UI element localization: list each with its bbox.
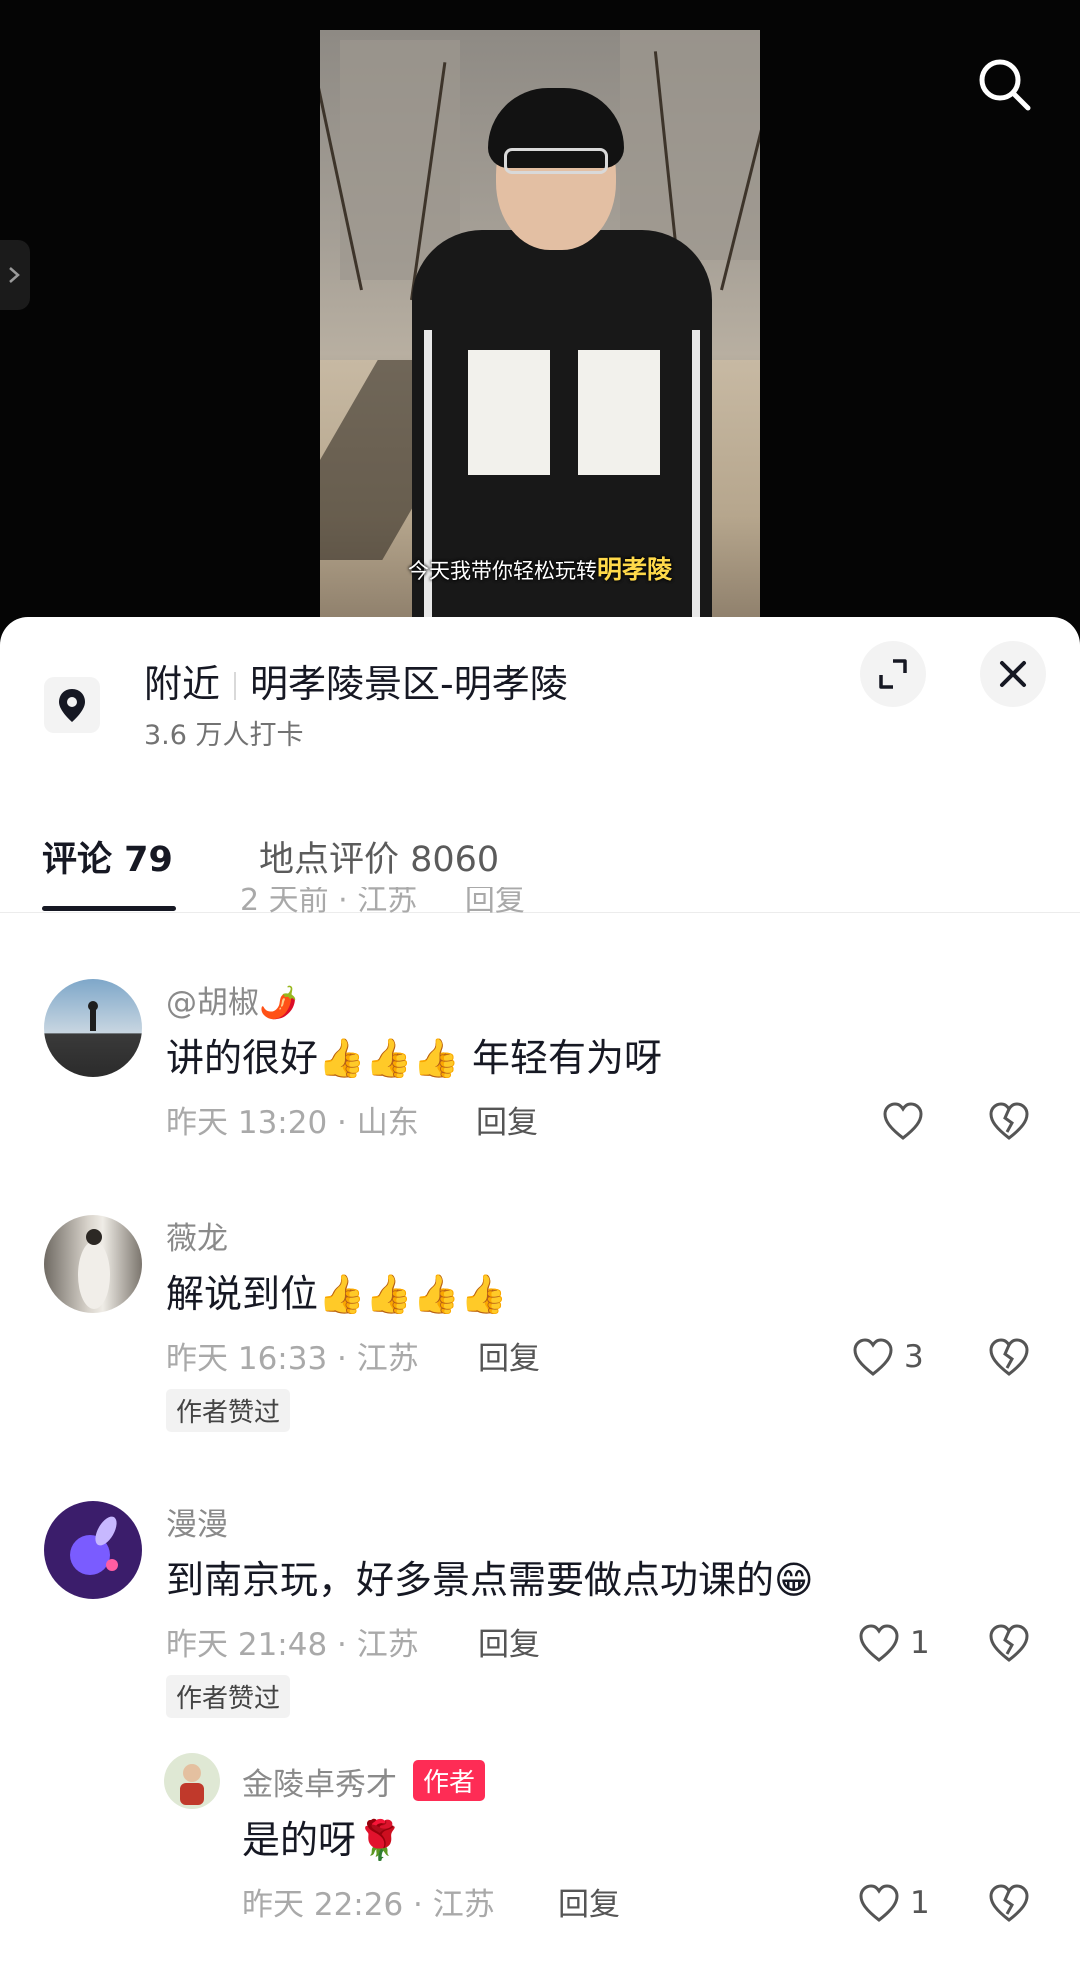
- chevron-right-icon: [9, 267, 20, 283]
- location-title[interactable]: 附近 明孝陵景区-明孝陵: [144, 653, 568, 708]
- like-count: 1: [910, 1625, 930, 1661]
- heart-icon: [859, 1624, 899, 1662]
- broken-heart-icon: [989, 1624, 1029, 1662]
- dislike-button[interactable]: [986, 1099, 1032, 1145]
- close-button[interactable]: [980, 641, 1046, 707]
- comment-time-location: 昨天 21:48 · 江苏: [166, 1627, 419, 1663]
- comment-time-location: 昨天 22:26 · 江苏: [242, 1887, 495, 1923]
- like-button[interactable]: [880, 1099, 926, 1145]
- search-button[interactable]: [970, 50, 1040, 120]
- broken-heart-icon: [989, 1884, 1029, 1922]
- dislike-button[interactable]: [986, 1621, 1032, 1667]
- like-count: 3: [904, 1339, 924, 1375]
- comment-text: 讲的很好👍👍👍 年轻有为呀: [166, 1036, 663, 1080]
- comment-time-location: 昨天 16:33 · 江苏: [166, 1341, 419, 1377]
- video-subtitle: 今天我带你轻松玩转明孝陵: [407, 555, 672, 584]
- heart-icon: [883, 1102, 923, 1140]
- heart-icon: [853, 1338, 893, 1376]
- previous-comment-meta: 2 天前 · 江苏 回复: [240, 887, 525, 918]
- title-divider: [234, 672, 237, 700]
- location-label: 附近: [144, 662, 221, 706]
- reply-item: 金陵卓秀才 作者 是的呀🌹 昨天 22:26 · 江苏 回复 1: [0, 1749, 1080, 1949]
- checkin-count: 3.6 万人打卡: [144, 720, 304, 751]
- close-icon: [1000, 661, 1026, 687]
- side-panel-toggle[interactable]: [0, 240, 30, 310]
- avatar[interactable]: [164, 1753, 220, 1809]
- reply-button[interactable]: 回复: [478, 1333, 540, 1378]
- video-frame: 今天我带你轻松玩转明孝陵: [320, 30, 760, 620]
- comment-text: 解说到位👍👍👍👍: [166, 1272, 508, 1316]
- like-count: 1: [910, 1885, 930, 1921]
- expand-button[interactable]: [860, 641, 926, 707]
- avatar[interactable]: [44, 1501, 142, 1599]
- expand-icon: [879, 659, 907, 689]
- comment-username[interactable]: 薇龙: [166, 1213, 228, 1258]
- comment-text: 是的呀🌹: [242, 1818, 404, 1862]
- comment-item: 漫漫 到南京玩，好多景点需要做点功课的😁 昨天 21:48 · 江苏 回复 1 …: [0, 1495, 1080, 1718]
- author-liked-badge: 作者赞过: [166, 1675, 291, 1718]
- like-button[interactable]: 3: [850, 1335, 960, 1381]
- reply-button[interactable]: 回复: [478, 1619, 540, 1664]
- dislike-button[interactable]: [986, 1881, 1032, 1927]
- avatar[interactable]: [44, 979, 142, 1077]
- reply-button[interactable]: 回复: [476, 1097, 538, 1142]
- comment-username[interactable]: 漫漫: [166, 1499, 228, 1544]
- tab-place-reviews[interactable]: 地点评价 8060: [259, 831, 499, 882]
- search-icon: [979, 59, 1031, 111]
- avatar-image: [70, 1516, 118, 1575]
- author-liked-badge: 作者赞过: [166, 1389, 291, 1432]
- dislike-button[interactable]: [986, 1335, 1032, 1381]
- reply-button[interactable]: 回复: [558, 1879, 620, 1924]
- like-button[interactable]: 1: [856, 1621, 966, 1667]
- comment-username[interactable]: 金陵卓秀才 作者: [242, 1759, 486, 1804]
- comment-username[interactable]: @胡椒🌶️: [166, 977, 298, 1022]
- tab-comments[interactable]: 评论 79: [42, 831, 173, 882]
- comment-item: @胡椒🌶️ 讲的很好👍👍👍 年轻有为呀 昨天 13:20 · 山东 回复: [0, 973, 1080, 1173]
- like-button[interactable]: 1: [856, 1881, 966, 1927]
- reply-author-name: 金陵卓秀才: [242, 1767, 397, 1803]
- comment-item: 薇龙 解说到位👍👍👍👍 昨天 16:33 · 江苏 回复 3 作者赞过: [0, 1209, 1080, 1432]
- avatar-image: [88, 1001, 98, 1031]
- comment-text: 到南京玩，好多景点需要做点功课的😁: [166, 1558, 814, 1602]
- location-icon-box: [44, 677, 100, 733]
- author-tag: 作者: [413, 1760, 486, 1801]
- location-name: 明孝陵景区-明孝陵: [250, 662, 568, 706]
- comment-time-location: 昨天 13:20 · 山东: [166, 1105, 419, 1141]
- heart-icon: [859, 1884, 899, 1922]
- location-pin-icon: [59, 689, 85, 722]
- broken-heart-icon: [989, 1102, 1029, 1140]
- video-player[interactable]: 今天我带你轻松玩转明孝陵: [0, 0, 1080, 640]
- avatar[interactable]: [44, 1215, 142, 1313]
- broken-heart-icon: [989, 1338, 1029, 1376]
- avatar-image: [78, 1229, 110, 1309]
- comments-sheet: 附近 明孝陵景区-明孝陵 3.6 万人打卡 评论 79 地点评价 8060 2 天…: [0, 617, 1080, 1963]
- previous-comment-fragment: 2 天前 · 江苏 回复: [0, 887, 1080, 927]
- avatar-image: [180, 1764, 204, 1805]
